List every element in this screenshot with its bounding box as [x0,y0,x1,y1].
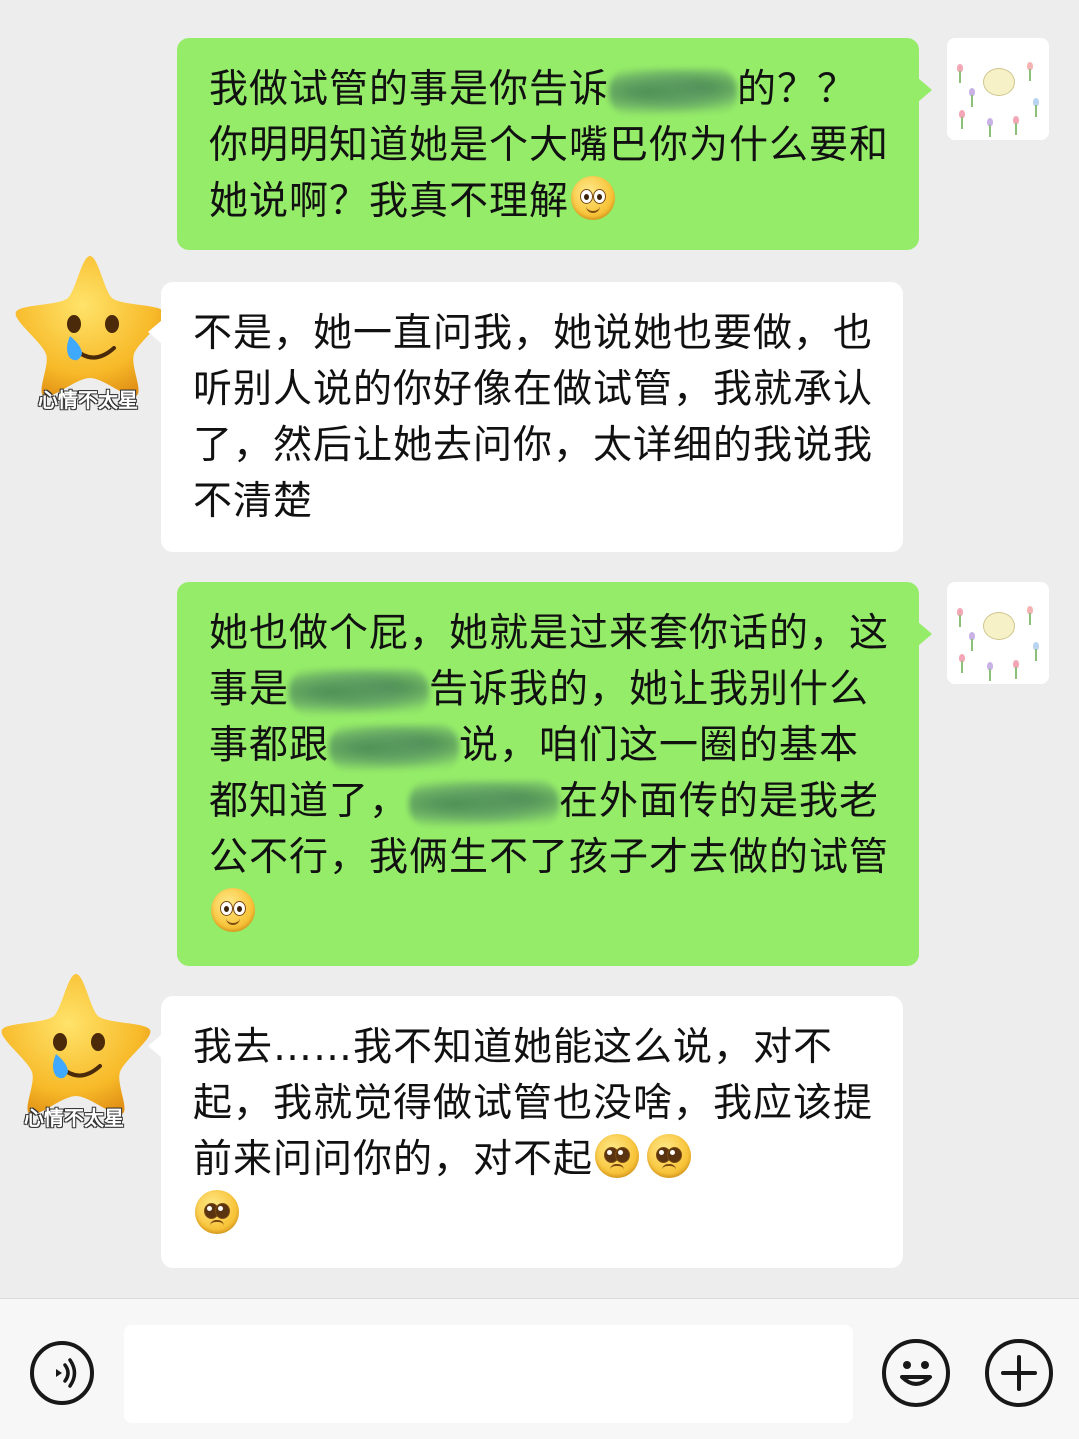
star-face-icon [15,256,165,397]
pleading-emoji-icon [595,1134,640,1178]
voice-icon [56,1358,77,1388]
smile-emoji-icon [211,888,255,932]
message-text: 我去……我不知道她能这么说，对不起，我就觉得做试管也没啥，我应该提前来问问你的，… [193,1025,874,1182]
redacted-name [409,780,560,827]
chick-drawing [983,68,1015,96]
message-bubble-mine[interactable]: 我做试管的事是你告诉 的？？你明明知道她是个大嘴巴你为什么要和她说啊？我真不理解 [177,38,919,250]
emoji-icon [900,1361,932,1386]
voice-button[interactable] [30,1341,94,1405]
my-avatar[interactable] [947,582,1049,684]
contact-name-label: 心情不太星 [38,388,138,412]
chick-drawing [983,612,1015,640]
message-input[interactable] [124,1325,853,1423]
redacted-name [289,668,430,715]
redacted-name [329,724,460,771]
message-text: 不是，她一直问我，她说她也要做，也听别人说的你好像在做试管，我就承认了，然后让她… [193,311,874,524]
emoji-button[interactable] [882,1339,950,1407]
plus-icon [1001,1355,1037,1391]
message-bubble-theirs[interactable]: 不是，她一直问我，她说她也要做，也听别人说的你好像在做试管，我就承认了，然后让她… [161,282,903,552]
redacted-name [609,68,738,115]
contact-avatar[interactable]: 心情不太星 [8,250,168,412]
message-text: 我做试管的事是你告诉 [209,67,610,112]
my-avatar[interactable] [947,38,1049,140]
more-button[interactable] [985,1339,1053,1407]
pleading-emoji-icon [647,1134,692,1178]
message-bubble-theirs[interactable]: 我去……我不知道她能这么说，对不起，我就觉得做试管也没啥，我应该提前来问问你的，… [161,996,903,1268]
smile-emoji-icon [571,176,616,220]
star-face-icon [1,974,151,1115]
pleading-emoji-icon [195,1190,239,1234]
contact-name-label: 心情不太星 [24,1106,124,1130]
contact-avatar[interactable]: 心情不太星 [0,968,154,1130]
input-toolbar [0,1298,1079,1439]
message-bubble-mine[interactable]: 她也做个屁，她就是过来套你话的，这事是 告诉我的，她让我别什么事都跟 说，咱们这一圈… [177,582,919,966]
